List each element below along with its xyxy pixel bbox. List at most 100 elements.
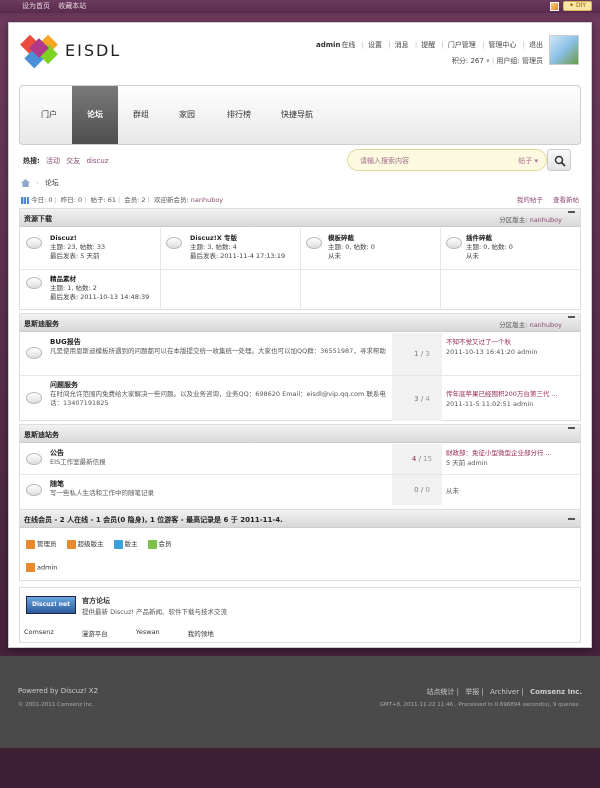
portal-admin-link[interactable]: 门户管理	[448, 41, 476, 49]
bookmark-link[interactable]: 收藏本站	[58, 2, 86, 10]
search-scope-select[interactable]: 帖子 ▾	[518, 156, 538, 166]
forum-icon[interactable]	[446, 237, 462, 249]
home-icon[interactable]	[21, 179, 30, 187]
friend-links: Discuz! net 官方论坛 提供最新 Discuz! 产品新闻、软件下载与…	[19, 587, 581, 643]
nav-portal[interactable]: 门户	[26, 86, 72, 144]
category-title[interactable]: 恩斯迪服务	[24, 319, 59, 329]
forum-cell: 插件碎截 主题: 0, 帖数: 0 从未	[466, 234, 513, 260]
collapse-icon[interactable]	[568, 427, 575, 429]
last-post-link[interactable]: 财政部：免征小型微型企业部分行 ...	[446, 449, 552, 457]
friend-title[interactable]: 官方论坛	[82, 596, 110, 606]
friend-link[interactable]: Comsenz	[24, 628, 54, 638]
settings-link[interactable]: 设置	[368, 41, 382, 49]
forum-icon[interactable]	[306, 237, 322, 249]
forum-name[interactable]: Discuz!	[50, 234, 105, 243]
forum-icon[interactable]	[26, 392, 42, 404]
online-title[interactable]: 在线会员 - 2 人在线 - 1 会员(0 隐身), 1 位游客 - 最高记录是…	[24, 515, 283, 525]
breadcrumb-current[interactable]: 论坛	[45, 179, 59, 187]
last-post: 传年底苹果已经囤积200万台第三代 ... 2011-11-5 11:02:51 …	[446, 390, 558, 408]
forum-name[interactable]: 模板碎截	[328, 234, 375, 243]
user-group[interactable]: 用户组: 管理员	[496, 57, 543, 65]
powered-by: Powered by Discuz! X2	[18, 687, 99, 695]
forum-desc: 凡是使用恩斯迪模板所遇到的问题都可以在本版提交统一收集统一处理。大家也可以加QQ…	[50, 347, 386, 355]
category-resources: 资源下载 分区版主: nanhuboy Discuz! 主题: 23, 帖数: …	[19, 208, 581, 310]
logo[interactable]: EISDL	[20, 32, 121, 69]
forum-desc: 写一些私人生活和工作中的随笔记录	[50, 489, 154, 497]
admin-center-link[interactable]: 管理中心	[488, 41, 516, 49]
forum-counts: 1 / 3	[414, 350, 430, 358]
forum-name[interactable]: 插件碎截	[466, 234, 513, 243]
logout-link[interactable]: 退出	[529, 41, 543, 49]
last-post-link[interactable]: 不知不觉又过了一个秋	[446, 338, 511, 346]
last-post-link[interactable]: 传年底苹果已经囤积200万台第三代 ...	[446, 390, 558, 398]
breadcrumb: › 论坛	[21, 178, 59, 188]
new-posts-link[interactable]: 查看新帖	[553, 196, 579, 204]
forum-name[interactable]: 精品素材	[50, 275, 149, 284]
footer-link[interactable]: Archiver	[490, 688, 519, 696]
my-posts-link[interactable]: 我的帖子	[517, 196, 543, 204]
hot-item[interactable]: discuz	[87, 157, 109, 165]
nav-ranking[interactable]: 排行榜	[210, 86, 268, 144]
username-link[interactable]: admin	[316, 41, 340, 49]
forum-counts: 4 / 15	[411, 455, 433, 463]
forum-cell: 精品素材 主题: 1, 帖数: 2 最后发表: 2011-10-13 14:48:…	[50, 275, 150, 301]
last-post: 不知不觉又过了一个秋 2011-10-13 16:41:20 admin	[446, 338, 538, 356]
forum-icon[interactable]	[166, 237, 182, 249]
moderator-link[interactable]: nanhuboy	[530, 321, 562, 329]
category-title[interactable]: 恩斯迪站务	[24, 430, 59, 440]
forum-icon[interactable]	[26, 277, 42, 289]
friend-link[interactable]: 我的领地	[188, 628, 214, 638]
discuz-badge[interactable]: Discuz! net	[26, 596, 76, 614]
search-button[interactable]	[547, 149, 571, 171]
forum-row: BUG报告 凡是使用恩斯迪模板所遇到的问题都可以在本版提交统一收集统一处理。大家…	[20, 333, 580, 375]
forum-icon[interactable]	[26, 237, 42, 249]
super-moderator-user-icon	[66, 539, 76, 549]
admin-user-icon	[26, 563, 35, 572]
forum-row: 公告 EIS工作室最新信报 4 / 15 财政部：免征小型微型企业部分行 ...…	[20, 444, 580, 474]
hot-item[interactable]: 交友	[66, 157, 80, 165]
diy-button[interactable]: ✦ DIY	[563, 1, 592, 11]
category-header: 恩斯迪站务	[20, 425, 580, 443]
avatar[interactable]	[549, 35, 579, 65]
nav-home[interactable]: 家园	[164, 86, 210, 144]
forum-name[interactable]: 问题服务	[50, 380, 78, 390]
moderator-link[interactable]: nanhuboy	[530, 216, 562, 224]
footer-link[interactable]: 举报	[465, 688, 479, 696]
set-homepage-link[interactable]: 设为首页	[22, 2, 50, 10]
forum-icon[interactable]	[26, 484, 42, 496]
messages-link[interactable]: 消息	[395, 41, 409, 49]
newest-member-link[interactable]: nanhuboy	[191, 196, 223, 204]
forum-icon[interactable]	[26, 453, 42, 465]
forum-counts: 3 / 4	[414, 395, 430, 403]
footer-link[interactable]: Comsenz Inc.	[530, 688, 582, 696]
search-input[interactable]: 请输入搜索内容 帖子 ▾	[347, 149, 547, 171]
friend-link[interactable]: Yeswan	[136, 628, 160, 638]
forum-name[interactable]: Discuz!X 专版	[190, 234, 285, 243]
forum-icon[interactable]	[26, 347, 42, 359]
nav-forum[interactable]: 论坛	[72, 86, 118, 144]
hot-item[interactable]: 活动	[46, 157, 60, 165]
header: EISDL admin在线 | 设置 | 消息 | 提醒 | 门户管理 | 管理中心 | 退…	[9, 23, 591, 85]
nav-quick[interactable]: 快捷导航	[268, 86, 326, 144]
logo-mark-icon	[20, 32, 59, 69]
category-title[interactable]: 资源下载	[24, 214, 52, 224]
collapse-icon[interactable]	[568, 518, 575, 520]
points-menu[interactable]: 积分: 267	[452, 57, 484, 65]
online-header: 在线会员 - 2 人在线 - 1 会员(0 隐身), 1 位游客 - 最高记录是…	[20, 510, 580, 528]
footer-link[interactable]: 站点统计	[426, 688, 454, 696]
collapse-icon[interactable]	[568, 316, 575, 318]
friend-desc: 提供最新 Discuz! 产品新闻、软件下载与技术交流	[82, 608, 228, 616]
last-post: 从未	[446, 487, 459, 495]
online-user-link[interactable]: admin	[37, 564, 57, 572]
notices-link[interactable]: 提醒	[421, 41, 435, 49]
forum-row: 问题服务 在时间允许范围内免费给大家解决一些问题。以及业务咨询，业务QQ：698…	[20, 376, 580, 421]
qmenu-icon[interactable]	[550, 1, 559, 11]
friend-link[interactable]: 漫游平台	[82, 628, 108, 638]
forum-name[interactable]: 随笔	[50, 479, 64, 489]
search-icon	[554, 155, 566, 167]
forum-name[interactable]: 公告	[50, 448, 64, 458]
footer-links: 站点统计 | 举报 | Archiver | Comsenz Inc.	[426, 688, 582, 696]
forum-name[interactable]: BUG报告	[50, 337, 81, 347]
collapse-icon[interactable]	[568, 211, 575, 213]
nav-groups[interactable]: 群组	[118, 86, 164, 144]
